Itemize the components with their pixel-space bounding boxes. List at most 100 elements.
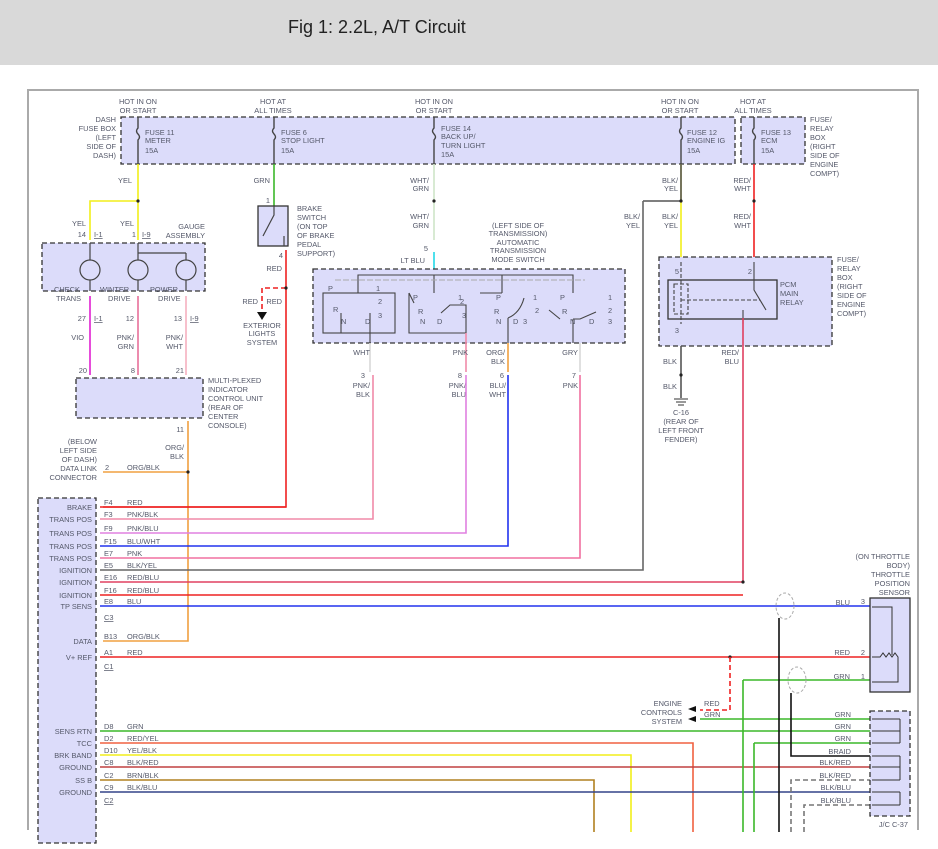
label: SYSTEM	[247, 338, 277, 347]
wire-label: WHT	[489, 390, 506, 399]
pin-label: 1	[266, 196, 270, 205]
wire-label: BLU/	[490, 381, 507, 390]
label: OR START	[662, 106, 699, 115]
wire-label: RED	[266, 297, 282, 306]
label: OR START	[120, 106, 157, 115]
wire-label: WHT	[353, 348, 370, 357]
pcm-wire-label: RED/YEL	[127, 734, 159, 743]
wire-label: RED	[266, 264, 282, 273]
pcm-wire-label: ORG/BLK	[127, 632, 160, 641]
jc-wire-label: GRN	[835, 710, 851, 719]
pin-label: 2	[105, 463, 109, 472]
label: OF DASH)	[62, 455, 97, 464]
position-label: P	[560, 293, 565, 302]
gauge-title: GAUGE	[178, 222, 205, 231]
tps-title: (ON THROTTLE	[856, 552, 911, 561]
label: DRIVE	[108, 294, 131, 303]
label: OF BRAKE	[297, 231, 334, 240]
pcm-function-label: TP SENS	[61, 602, 93, 611]
wire-label: YEL	[626, 221, 640, 230]
wire-red-yel	[100, 742, 694, 832]
pcm-function-label: TRANS POS	[49, 542, 92, 551]
position-label: N	[496, 317, 501, 326]
pin-label: 21	[176, 366, 184, 375]
pcm-function-label: SENS RTN	[55, 727, 92, 736]
label: HOT IN ON	[415, 97, 453, 106]
pcm-pin-label: E5	[104, 561, 113, 570]
engine-controls-label: ENGINE	[654, 699, 682, 708]
throttle-position-sensor	[869, 597, 911, 693]
pcm-function-label: GROUND	[59, 788, 92, 797]
splice-dot	[284, 286, 288, 290]
pcm-wire-label: BLK/RED	[127, 758, 159, 767]
label: TRANSMISSION	[490, 246, 546, 255]
label: 15A	[761, 146, 774, 155]
pin-label: 2	[861, 648, 865, 657]
pin-label: 3	[675, 326, 679, 335]
pin-label: 12	[126, 314, 134, 323]
pcm-pin-label: E8	[104, 597, 113, 606]
wire-label: GRN	[413, 184, 429, 193]
position-label: N	[570, 317, 575, 326]
arrow-icon	[688, 706, 696, 722]
label: COMPT)	[837, 309, 866, 318]
pcm-function-label: IGNITION	[59, 591, 92, 600]
position-label: 1	[533, 293, 537, 302]
pcm-pin-label: F16	[104, 586, 117, 595]
splice-dot	[752, 199, 756, 203]
pcm-pin-label: F15	[104, 537, 117, 546]
label: CENTER	[208, 412, 238, 421]
label: SUPPORT)	[297, 249, 335, 258]
wire-brn-blk	[100, 779, 595, 832]
pcm-pin-label: C8	[104, 758, 113, 767]
wire-label: GRN	[254, 176, 270, 185]
label: RELAY	[780, 298, 804, 307]
label: SENSOR	[879, 588, 910, 597]
pin-label: 3	[361, 371, 365, 380]
pcm-wire-label: YEL/BLK	[127, 746, 157, 755]
pcm-wire-label: RED/BLU	[127, 573, 159, 582]
label: HOT AT	[740, 97, 766, 106]
pin-label: 3	[861, 597, 865, 606]
wire-label: YEL	[664, 184, 678, 193]
position-label: P	[496, 293, 501, 302]
relay-title: PCM	[780, 280, 796, 289]
position-label: 3	[462, 311, 466, 320]
pcm-pin-label: E16	[104, 573, 117, 582]
label: ALL TIMES	[734, 106, 771, 115]
label: BOX	[810, 133, 826, 142]
pcm-wire-label: RED	[127, 498, 143, 507]
pin-label: 7	[572, 371, 576, 380]
position-label: 3	[523, 317, 527, 326]
label: CONNECTOR	[50, 473, 98, 482]
wire-label: YEL	[664, 221, 678, 230]
connector-label: I-1	[94, 230, 103, 239]
wire-label: GRN	[834, 672, 850, 681]
label: (REAR OF	[663, 417, 699, 426]
pin-label: 11	[176, 425, 184, 434]
pin-label: 5	[424, 244, 428, 253]
connector-label: I-9	[190, 314, 199, 323]
position-label: 2	[535, 306, 539, 315]
label: DASH	[95, 115, 116, 124]
label: ENGINE IG	[687, 136, 725, 145]
wire-label: BLU	[725, 357, 739, 366]
pcm-wire-label: PNK/BLK	[127, 510, 158, 519]
wire-label: PNK/	[166, 333, 184, 342]
position-label: R	[418, 307, 423, 316]
dlc-title: (BELOW	[68, 437, 97, 446]
connector-label: C1	[104, 662, 113, 671]
wire-label: ORG/	[486, 348, 506, 357]
multiplexed-indicator-control-unit	[75, 377, 204, 419]
position-label: R	[333, 305, 338, 314]
pcm-pin-label: D2	[104, 734, 113, 743]
winter-drive-label: WINTER	[100, 285, 129, 294]
label: SWITCH	[297, 213, 326, 222]
label: ENGINE	[837, 300, 865, 309]
micu-title: MULTI-PLEXED	[208, 376, 261, 385]
pin-label: 1	[132, 230, 136, 239]
label: LIGHTS	[249, 329, 276, 338]
label: MAIN	[780, 289, 798, 298]
pcm-wire-label: BRN/BLK	[127, 771, 159, 780]
wire-label: BLK/	[662, 212, 679, 221]
